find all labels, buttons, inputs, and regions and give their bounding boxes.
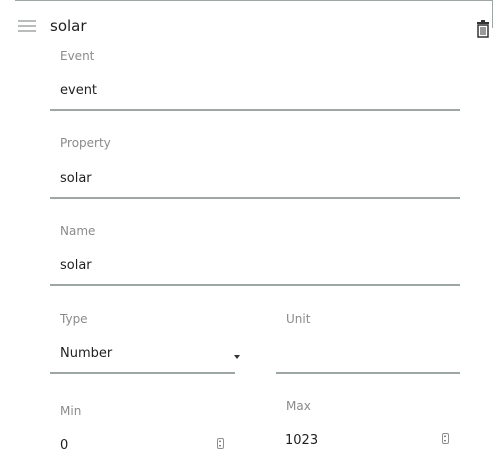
property-underline xyxy=(50,197,460,199)
type-select[interactable]: Type Number xyxy=(50,311,240,375)
card-title: solar xyxy=(50,17,87,35)
name-field: Name xyxy=(50,223,460,287)
name-input[interactable] xyxy=(60,255,450,275)
unit-label: Unit xyxy=(286,312,311,326)
name-label: Name xyxy=(60,224,96,238)
card-top-border xyxy=(15,0,493,1)
max-field: Max xyxy=(276,398,460,458)
stepper-icon[interactable] xyxy=(217,438,224,449)
trash-icon[interactable] xyxy=(476,20,490,38)
card-right-border xyxy=(492,0,493,28)
type-value: Number xyxy=(60,346,113,361)
event-underline xyxy=(50,109,460,111)
stepper-icon[interactable] xyxy=(442,433,449,444)
max-input[interactable] xyxy=(285,430,432,450)
event-input[interactable] xyxy=(60,80,450,100)
menu-icon[interactable] xyxy=(18,20,36,34)
event-label: Event xyxy=(60,49,95,63)
caret-down-icon xyxy=(234,355,240,359)
min-label: Min xyxy=(60,404,82,418)
event-field: Event xyxy=(50,48,460,112)
max-label: Max xyxy=(286,399,311,413)
unit-input[interactable] xyxy=(286,344,450,364)
min-field: Min xyxy=(50,403,235,463)
property-input[interactable] xyxy=(60,168,450,188)
unit-underline xyxy=(276,372,460,374)
property-field: Property xyxy=(50,135,460,200)
name-underline xyxy=(50,284,460,286)
type-label: Type xyxy=(60,312,88,326)
min-input[interactable] xyxy=(60,435,207,455)
property-card: solar Event Property Name Type Number Un… xyxy=(0,0,504,468)
property-label: Property xyxy=(60,136,111,150)
type-underline xyxy=(50,372,235,374)
unit-field: Unit xyxy=(276,311,460,375)
